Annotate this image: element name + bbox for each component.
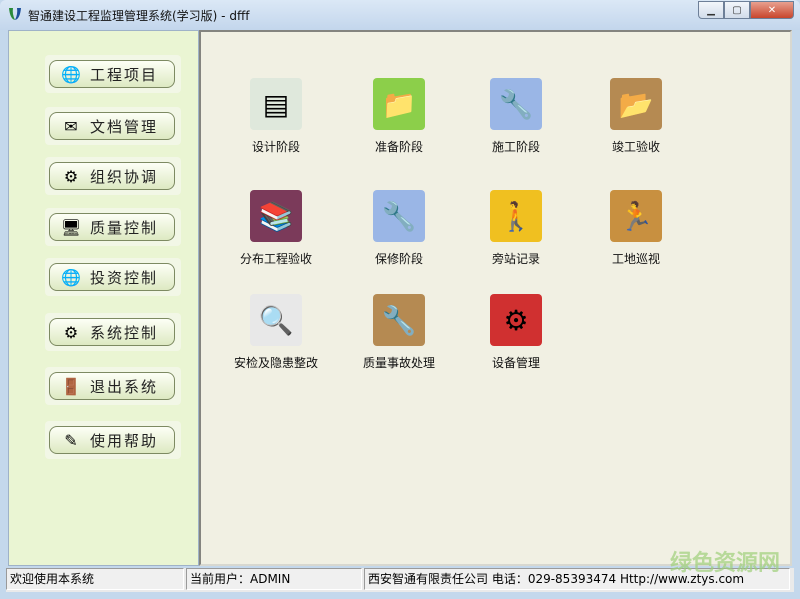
close-button[interactable]: ✕ xyxy=(750,1,794,19)
green-folder-icon: 📁 xyxy=(373,78,425,130)
sidebar-item-label: 质量控制 xyxy=(90,218,159,237)
status-welcome: 欢迎使用本系统 xyxy=(6,568,184,590)
sidebar: 🌐 工程项目 ✉ 文档管理 ⚙ 组织协调 🖥 质量控制 🌐 投资控制 ⚙ 系统控制 🚪 退出系统 ✎ 使用帮助 xyxy=(8,30,199,566)
tools-document-icon: 🔧 xyxy=(490,78,542,130)
tile-label: 旁站记录 xyxy=(491,252,540,266)
sidebar-item-2[interactable]: ⚙ 组织协调 xyxy=(45,157,181,195)
tools-document-icon: 🔧 xyxy=(373,190,425,242)
sidebar-item-label: 使用帮助 xyxy=(90,431,159,450)
tile-label: 准备阶段 xyxy=(374,140,423,154)
tile-10[interactable]: ⚙ 设备管理 xyxy=(461,294,571,371)
tile-5[interactable]: 🔧 保修阶段 xyxy=(344,190,454,267)
sidebar-item-7[interactable]: ✎ 使用帮助 xyxy=(45,421,181,459)
exit-door-icon: 🚪 xyxy=(61,376,81,396)
wrench-folder-icon: 🔧 xyxy=(373,294,425,346)
sidebar-item-label: 投资控制 xyxy=(90,268,159,287)
tile-4[interactable]: 📚 分布工程验收 xyxy=(221,190,331,267)
sidebar-item-label: 组织协调 xyxy=(90,167,159,186)
tile-0[interactable]: ▤ 设计阶段 xyxy=(221,78,331,155)
sidebar-item-label: 工程项目 xyxy=(90,65,159,84)
watermark: 绿色资源网 xyxy=(669,551,780,576)
system-icon: ⚙ xyxy=(63,322,79,342)
tile-label: 施工阶段 xyxy=(491,140,540,154)
sidebar-item-3[interactable]: 🖥 质量控制 xyxy=(45,208,181,246)
app-logo-icon xyxy=(9,8,21,20)
sidebar-item-5[interactable]: ⚙ 系统控制 xyxy=(45,313,181,351)
tile-label: 竣工验收 xyxy=(611,140,660,154)
tile-label: 设计阶段 xyxy=(251,140,300,154)
runner-folder-icon: 🏃 xyxy=(610,190,662,242)
maximize-button[interactable]: ▢ xyxy=(724,1,750,19)
tile-label: 保修阶段 xyxy=(374,252,423,266)
tile-3[interactable]: 📂 竣工验收 xyxy=(581,78,691,155)
tile-label: 设备管理 xyxy=(491,356,540,370)
equipment-icon: ⚙ xyxy=(490,294,542,346)
books-icon: 📚 xyxy=(250,190,302,242)
globe-icon: 🌐 xyxy=(61,64,81,84)
minimize-button[interactable]: ▁ xyxy=(698,1,724,19)
tile-label: 工地巡视 xyxy=(611,252,660,266)
help-icon: ✎ xyxy=(64,430,78,450)
monitor-icon: 🖥 xyxy=(60,217,82,237)
sidebar-item-label: 文档管理 xyxy=(90,117,159,136)
envelope-icon: ✉ xyxy=(64,116,78,136)
tile-6[interactable]: 🚶 旁站记录 xyxy=(461,190,571,267)
tile-8[interactable]: 🔍 安检及隐患整改 xyxy=(221,294,331,371)
sidebar-item-4[interactable]: 🌐 投资控制 xyxy=(45,258,181,296)
tile-2[interactable]: 🔧 施工阶段 xyxy=(461,78,571,155)
tile-9[interactable]: 🔧 质量事故处理 xyxy=(344,294,454,371)
sidebar-item-label: 退出系统 xyxy=(90,377,159,396)
globe-cursor-icon: 🌐 xyxy=(61,267,81,287)
tile-7[interactable]: 🏃 工地巡视 xyxy=(581,190,691,267)
tile-label: 质量事故处理 xyxy=(362,356,435,370)
tile-1[interactable]: 📁 准备阶段 xyxy=(344,78,454,155)
main-panel: ▤ 设计阶段 📁 准备阶段 🔧 施工阶段 📂 竣工验收 📚 分布工程验收 🔧 保修阶段 🚶 旁站记录 🏃 工地… xyxy=(199,30,792,566)
sidebar-item-6[interactable]: 🚪 退出系统 xyxy=(45,367,181,405)
tile-label: 安检及隐患整改 xyxy=(233,356,318,370)
status-user: 当前用户：ADMIN xyxy=(186,568,362,590)
brown-folder-icon: 📂 xyxy=(610,78,662,130)
magnifier-icon: 🔍 xyxy=(250,294,302,346)
title-bar[interactable]: 智通建设工程监理管理系统(学习版) - dfff ▁ ▢ ✕ xyxy=(0,0,800,30)
window-title: 智通建设工程监理管理系统(学习版) - dfff xyxy=(28,9,250,23)
sidebar-item-label: 系统控制 xyxy=(90,323,159,342)
org-icon: ⚙ xyxy=(63,166,79,186)
pedestrian-sign-icon: 🚶 xyxy=(490,190,542,242)
document-sheet-icon: ▤ xyxy=(250,78,302,130)
tile-label: 分布工程验收 xyxy=(239,252,312,266)
sidebar-item-0[interactable]: 🌐 工程项目 xyxy=(45,55,181,93)
sidebar-item-1[interactable]: ✉ 文档管理 xyxy=(45,107,181,145)
